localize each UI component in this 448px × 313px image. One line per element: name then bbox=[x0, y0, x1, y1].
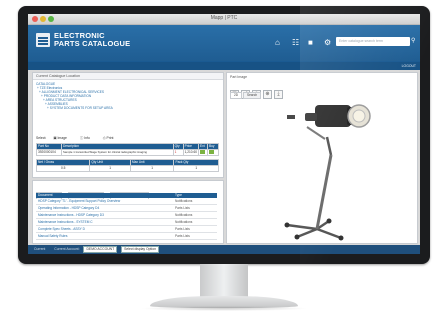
logout-link[interactable]: LOGOUT bbox=[402, 62, 416, 70]
part-image bbox=[284, 104, 371, 241]
stand-wheel bbox=[294, 234, 300, 240]
hierarchy-icon[interactable]: ☷ bbox=[292, 39, 299, 47]
cart-icon[interactable]: ■ bbox=[308, 39, 313, 47]
footer-label: Current bbox=[34, 247, 46, 251]
catalogue-search-input[interactable]: Enter catalogue search term bbox=[336, 37, 410, 46]
document-link[interactable]: Maintenance Instructions - HDSP Category… bbox=[36, 211, 173, 219]
print-button[interactable]: ⎙ Print bbox=[103, 136, 120, 140]
parts-summary-table: Net / Gross Qty Unit Max Unit Pack Qty 0… bbox=[35, 159, 219, 172]
price-cell: 1,210.60 bbox=[182, 149, 200, 156]
info-button[interactable]: ⓘ Info bbox=[80, 136, 96, 140]
app-header: ELECTRONIC PARTS CATALOGUE ⌂ ☷ ■ ⚙ Enter… bbox=[28, 25, 420, 61]
stand-wheel bbox=[284, 222, 290, 228]
table-row[interactable]: Operating Information - HDSP Category D4… bbox=[36, 204, 217, 212]
document-type: Notifications bbox=[173, 218, 217, 226]
print-button-label: Print bbox=[106, 136, 114, 140]
main-navbar: CATALOGUE PRODUCTS CLASSES ORDERS DOCUME… bbox=[28, 61, 420, 76]
document-type: Notifications bbox=[173, 211, 217, 219]
catalogue-logo-icon bbox=[36, 33, 50, 47]
parts-table: Part No Description Qty Price Ext Buy 39… bbox=[36, 143, 219, 156]
buy-cell bbox=[207, 149, 219, 156]
settings-icon[interactable]: ⚙ bbox=[324, 39, 331, 47]
stand-leg bbox=[296, 227, 318, 239]
document-link[interactable]: Complete Spec Sheets - ASSY D bbox=[36, 225, 173, 233]
image-button-label: Image bbox=[57, 136, 67, 140]
documents-panel: Notifications Related Parts Lists Relate… bbox=[32, 180, 224, 244]
window-titlebar: Mapp | PTC bbox=[28, 14, 420, 25]
table-row: 0.5 1 1 1 bbox=[35, 165, 219, 172]
stand-wheel bbox=[338, 235, 344, 241]
part-tools: Select: ▣ Image ⓘ Info ⎙ Print bbox=[36, 135, 125, 140]
part-no-cell: 3920000104 bbox=[36, 149, 62, 156]
document-link[interactable]: Maintenance Instructions - SYSTEM C bbox=[36, 218, 173, 226]
qty-input[interactable]: 1 bbox=[172, 149, 184, 156]
stand-wheel bbox=[326, 218, 332, 224]
image-button[interactable]: ▣ Image bbox=[53, 136, 73, 140]
description-cell: Sample 1 transmitter/Stage System for cl… bbox=[61, 149, 174, 156]
tab-2d[interactable]: 2D bbox=[230, 92, 243, 99]
part-image-label: Part Image bbox=[230, 75, 248, 79]
summary-cell: 1 bbox=[89, 165, 131, 172]
buy-button[interactable] bbox=[209, 150, 214, 155]
tab-search[interactable]: Search bbox=[243, 92, 262, 99]
display-option-select[interactable]: Select display Option bbox=[121, 245, 159, 253]
imaging-head bbox=[315, 105, 351, 127]
summary-cell: 1 bbox=[129, 165, 175, 172]
document-type: Parts Lists bbox=[173, 225, 217, 233]
table-row[interactable]: Maintenance Instructions - HDSP Category… bbox=[36, 211, 217, 219]
monitor-stand-neck bbox=[200, 264, 248, 298]
tree-node[interactable]: + SYSTEM DOCUMENTS FOR SETUP AREA bbox=[36, 106, 113, 110]
document-type: Parts Lists bbox=[173, 204, 217, 212]
select-label: Select: bbox=[36, 136, 47, 140]
stand-arm bbox=[306, 126, 326, 140]
documents-table: Document Type HDSP Category 'T1' - Equip… bbox=[36, 193, 217, 240]
app-title-line2: PARTS CATALOGUE bbox=[54, 39, 131, 48]
footer-bar: Current Current Account: DEMO ACCOUNT Se… bbox=[28, 245, 420, 254]
imaging-grip bbox=[287, 115, 295, 119]
table-row[interactable]: 3920000104 Sample 1 transmitter/Stage Sy… bbox=[36, 149, 219, 156]
summary-cell: 0.5 bbox=[35, 165, 91, 172]
document-link[interactable]: Operating Information - HDSP Category D4 bbox=[36, 204, 173, 212]
stand-arm bbox=[325, 136, 333, 156]
location-panel-header: Current Catalogue Location bbox=[33, 73, 223, 80]
stand-column bbox=[315, 154, 333, 230]
search-icon[interactable]: ⚲ bbox=[411, 38, 415, 44]
home-icon[interactable]: ⌂ bbox=[275, 39, 280, 47]
document-link[interactable]: Manual Safety Rules bbox=[36, 232, 173, 240]
stand-leg bbox=[286, 223, 318, 231]
info-button-label: Info bbox=[84, 136, 90, 140]
stand-leg bbox=[316, 227, 342, 240]
table-row[interactable]: Complete Spec Sheets - ASSY D Parts Lists bbox=[36, 225, 217, 233]
imaging-lens-inner bbox=[352, 109, 366, 123]
window-title: Mapp | PTC bbox=[210, 15, 238, 21]
monitor-shadow bbox=[140, 306, 308, 311]
catalogue-tree: CATALOGUE + TZE Electronics + ALLIGNMENT… bbox=[36, 82, 113, 110]
add-to-cart-button[interactable] bbox=[200, 150, 205, 155]
imaging-handle bbox=[305, 113, 317, 121]
document-type: Parts Lists bbox=[173, 232, 217, 240]
summary-cell: 1 bbox=[173, 165, 219, 172]
part-image-panel: Part Image ▣⤢⊖⊕⤓ 2D Search bbox=[226, 72, 418, 244]
table-row[interactable]: Maintenance Instructions - SYSTEM C Notif… bbox=[36, 218, 217, 226]
catalogue-location-panel: Current Catalogue Location CATALOGUE + T… bbox=[32, 72, 224, 178]
table-row[interactable]: Manual Safety Rules Parts Lists bbox=[36, 232, 217, 240]
account-select[interactable]: DEMO ACCOUNT bbox=[83, 245, 118, 253]
app-title: ELECTRONIC PARTS CATALOGUE bbox=[54, 32, 130, 48]
footer-account-label: Current Account: bbox=[54, 247, 80, 251]
screen: Mapp | PTC ELECTRONIC PARTS CATALOGUE ⌂ … bbox=[28, 14, 420, 254]
ext-cell bbox=[198, 149, 208, 156]
